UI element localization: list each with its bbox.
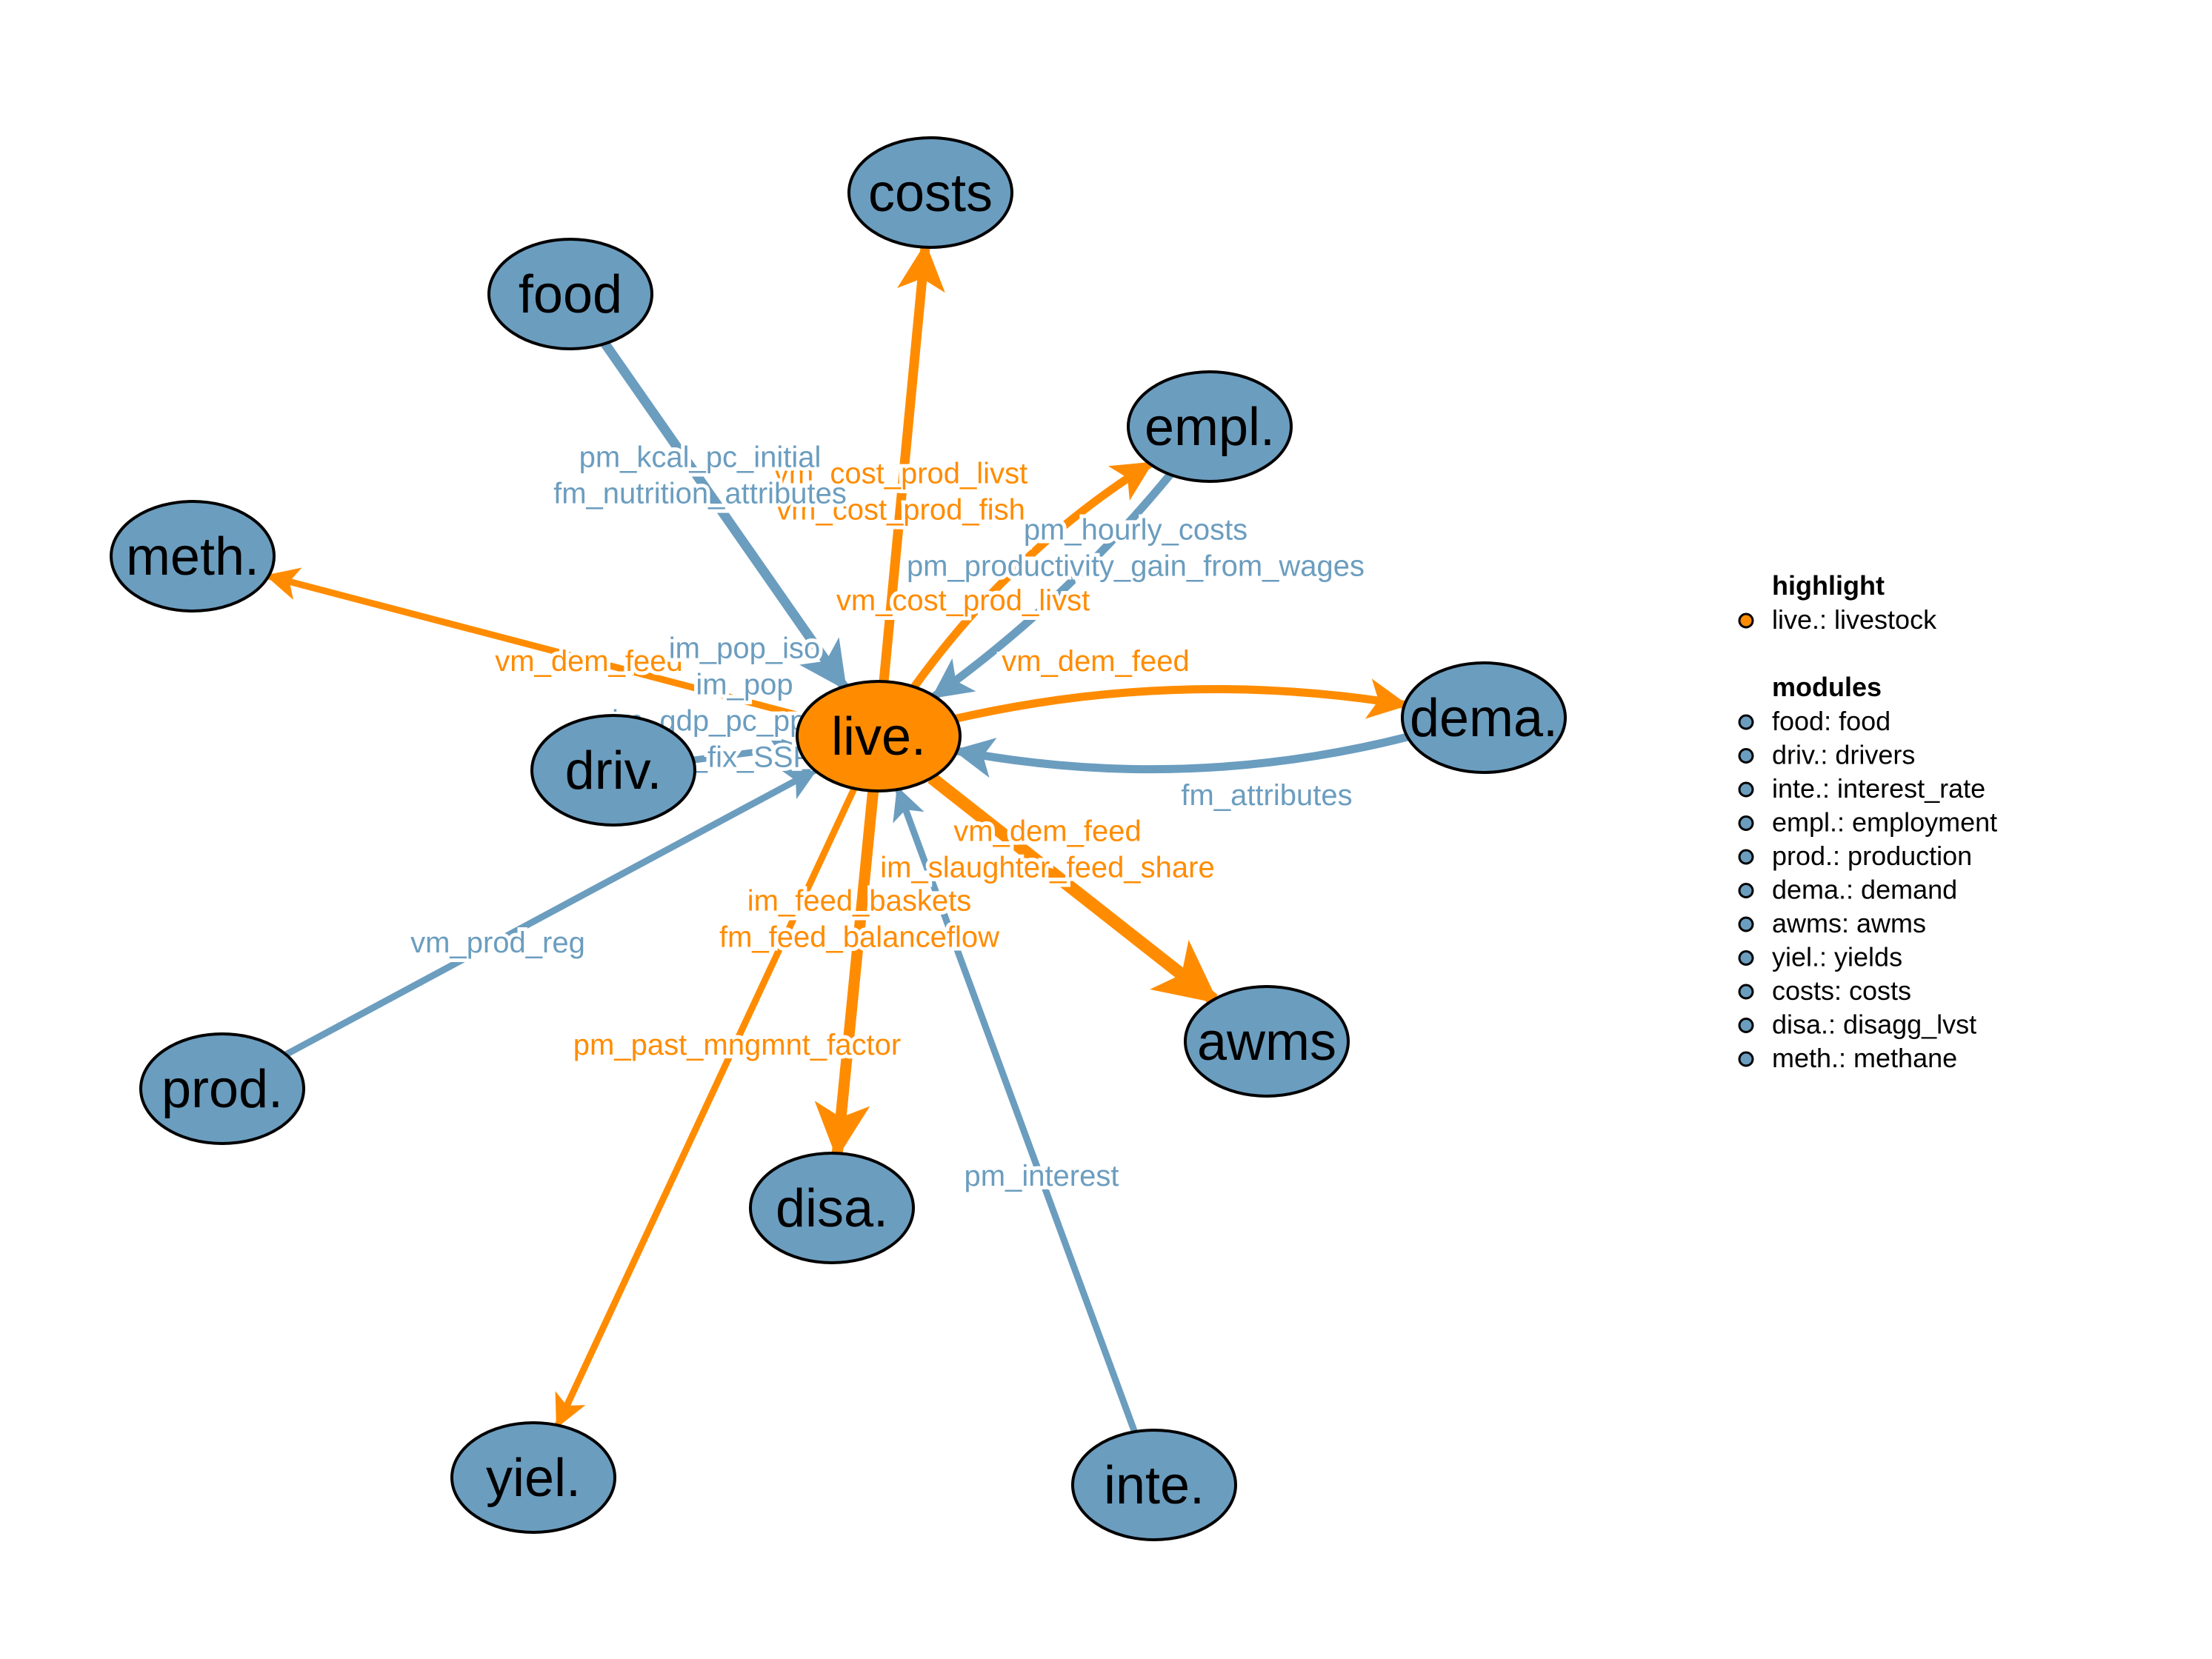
node-label: disa.	[776, 1179, 888, 1238]
edge-label: im_pop_iso	[669, 632, 821, 665]
node-label: food	[519, 265, 622, 324]
node-label: meth.	[126, 527, 259, 587]
legend-dot-module-9	[1738, 1018, 1754, 1033]
legend-item-module-8: costs: costs	[1772, 975, 1911, 1006]
legend-item-module-9: disa.: disagg_lvst	[1772, 1009, 1976, 1040]
edge-dema-to-live	[953, 732, 1409, 778]
edge-prod-to-live	[284, 767, 819, 1058]
edge-label: fm_nutrition_attributes	[553, 478, 847, 510]
edge-label: vm_prod_reg	[410, 927, 585, 959]
node-empl[interactable]: empl.	[1127, 370, 1293, 483]
node-food[interactable]: food	[487, 238, 653, 350]
node-label: awms	[1197, 1012, 1336, 1072]
node-label: live.	[831, 707, 926, 767]
legend-dot-module-3	[1738, 815, 1754, 831]
edge-label: pm_interest	[965, 1160, 1119, 1192]
node-driv[interactable]: driv.	[530, 714, 696, 827]
node-label: costs	[868, 164, 993, 223]
edge-live-to-dema	[954, 678, 1409, 723]
node-live[interactable]: live.	[796, 680, 962, 792]
node-label: driv.	[565, 741, 662, 801]
legend-dot-module-10	[1738, 1051, 1754, 1067]
legend-dot-highlight-0	[1738, 612, 1754, 629]
nodes-layer: live. costs food empl. meth. dema. driv. awms pr…	[110, 136, 1567, 1541]
legend-dot-module-2	[1738, 781, 1754, 798]
node-meth[interactable]: meth.	[110, 500, 276, 612]
node-prod[interactable]: prod.	[139, 1032, 305, 1145]
edge-label: pm_kcal_pc_initial	[579, 441, 822, 474]
edge-live-to-disa	[814, 790, 879, 1159]
legend-dot-module-7	[1738, 950, 1754, 966]
node-awms[interactable]: awms	[1184, 985, 1350, 1098]
legend-dot-module-6	[1738, 916, 1754, 932]
module-graph: vm_cost_prod_livstvm_cost_prod_fishpm_kc…	[110, 136, 1997, 1541]
legend-item-module-6: awms: awms	[1772, 908, 1926, 938]
legend-item-module-1: driv.: drivers	[1772, 740, 1915, 770]
node-costs[interactable]: costs	[847, 136, 1013, 249]
legend-item-module-5: dema.: demand	[1772, 875, 1957, 905]
node-label: dema.	[1410, 689, 1558, 748]
edge-label: pm_past_mngmnt_factor	[573, 1029, 901, 1061]
legend-highlight-title: highlight	[1772, 570, 1885, 601]
edge-label: pm_productivity_gain_from_wages	[907, 550, 1365, 583]
legend-item-module-4: prod.: production	[1772, 841, 1972, 871]
legend-item-module-0: food: food	[1772, 706, 1890, 736]
legend-item-module-3: empl.: employment	[1772, 807, 1997, 838]
edge-live-to-awms	[927, 772, 1219, 1005]
node-inte[interactable]: inte.	[1071, 1429, 1237, 1541]
legend-item-module-7: yiel.: yields	[1772, 942, 1902, 972]
edge-label: vm_dem_feed	[953, 815, 1141, 848]
legend-item-highlight-0: live.: livestock	[1772, 604, 1937, 635]
edge-label: fm_attributes	[1181, 779, 1352, 812]
legend-dot-module-1	[1738, 748, 1754, 764]
legend-dot-module-4	[1738, 849, 1754, 865]
legend-dot-module-0	[1738, 714, 1754, 730]
legend: highlight modules live.: livestock food: …	[1738, 570, 1997, 1073]
node-label: inte.	[1104, 1456, 1205, 1515]
legend-item-module-10: meth.: methane	[1772, 1043, 1957, 1073]
edge-label: im_feed_baskets	[747, 885, 971, 918]
edge-label: vm_dem_feed	[495, 645, 682, 678]
node-label: prod.	[161, 1060, 283, 1119]
edge-label: fm_feed_balanceflow	[719, 921, 999, 954]
legend-dot-module-5	[1738, 883, 1754, 898]
edge-label: vm_dem_feed	[1002, 645, 1189, 678]
node-label: yiel.	[486, 1449, 581, 1508]
edge-label: im_slaughter_feed_share	[880, 852, 1214, 884]
edge-label: vm_cost_prod_livst	[836, 584, 1090, 617]
node-yiel[interactable]: yiel.	[450, 1421, 616, 1534]
edge-label: pm_hourly_costs	[1024, 514, 1247, 547]
edge-label: im_pop	[696, 669, 793, 701]
node-dema[interactable]: dema.	[1401, 661, 1567, 774]
legend-dot-module-8	[1738, 984, 1754, 1000]
legend-modules-title: modules	[1772, 672, 1882, 702]
legend-item-module-2: inte.: interest_rate	[1772, 773, 1985, 804]
node-disa[interactable]: disa.	[749, 1152, 915, 1264]
node-label: empl.	[1145, 398, 1275, 457]
